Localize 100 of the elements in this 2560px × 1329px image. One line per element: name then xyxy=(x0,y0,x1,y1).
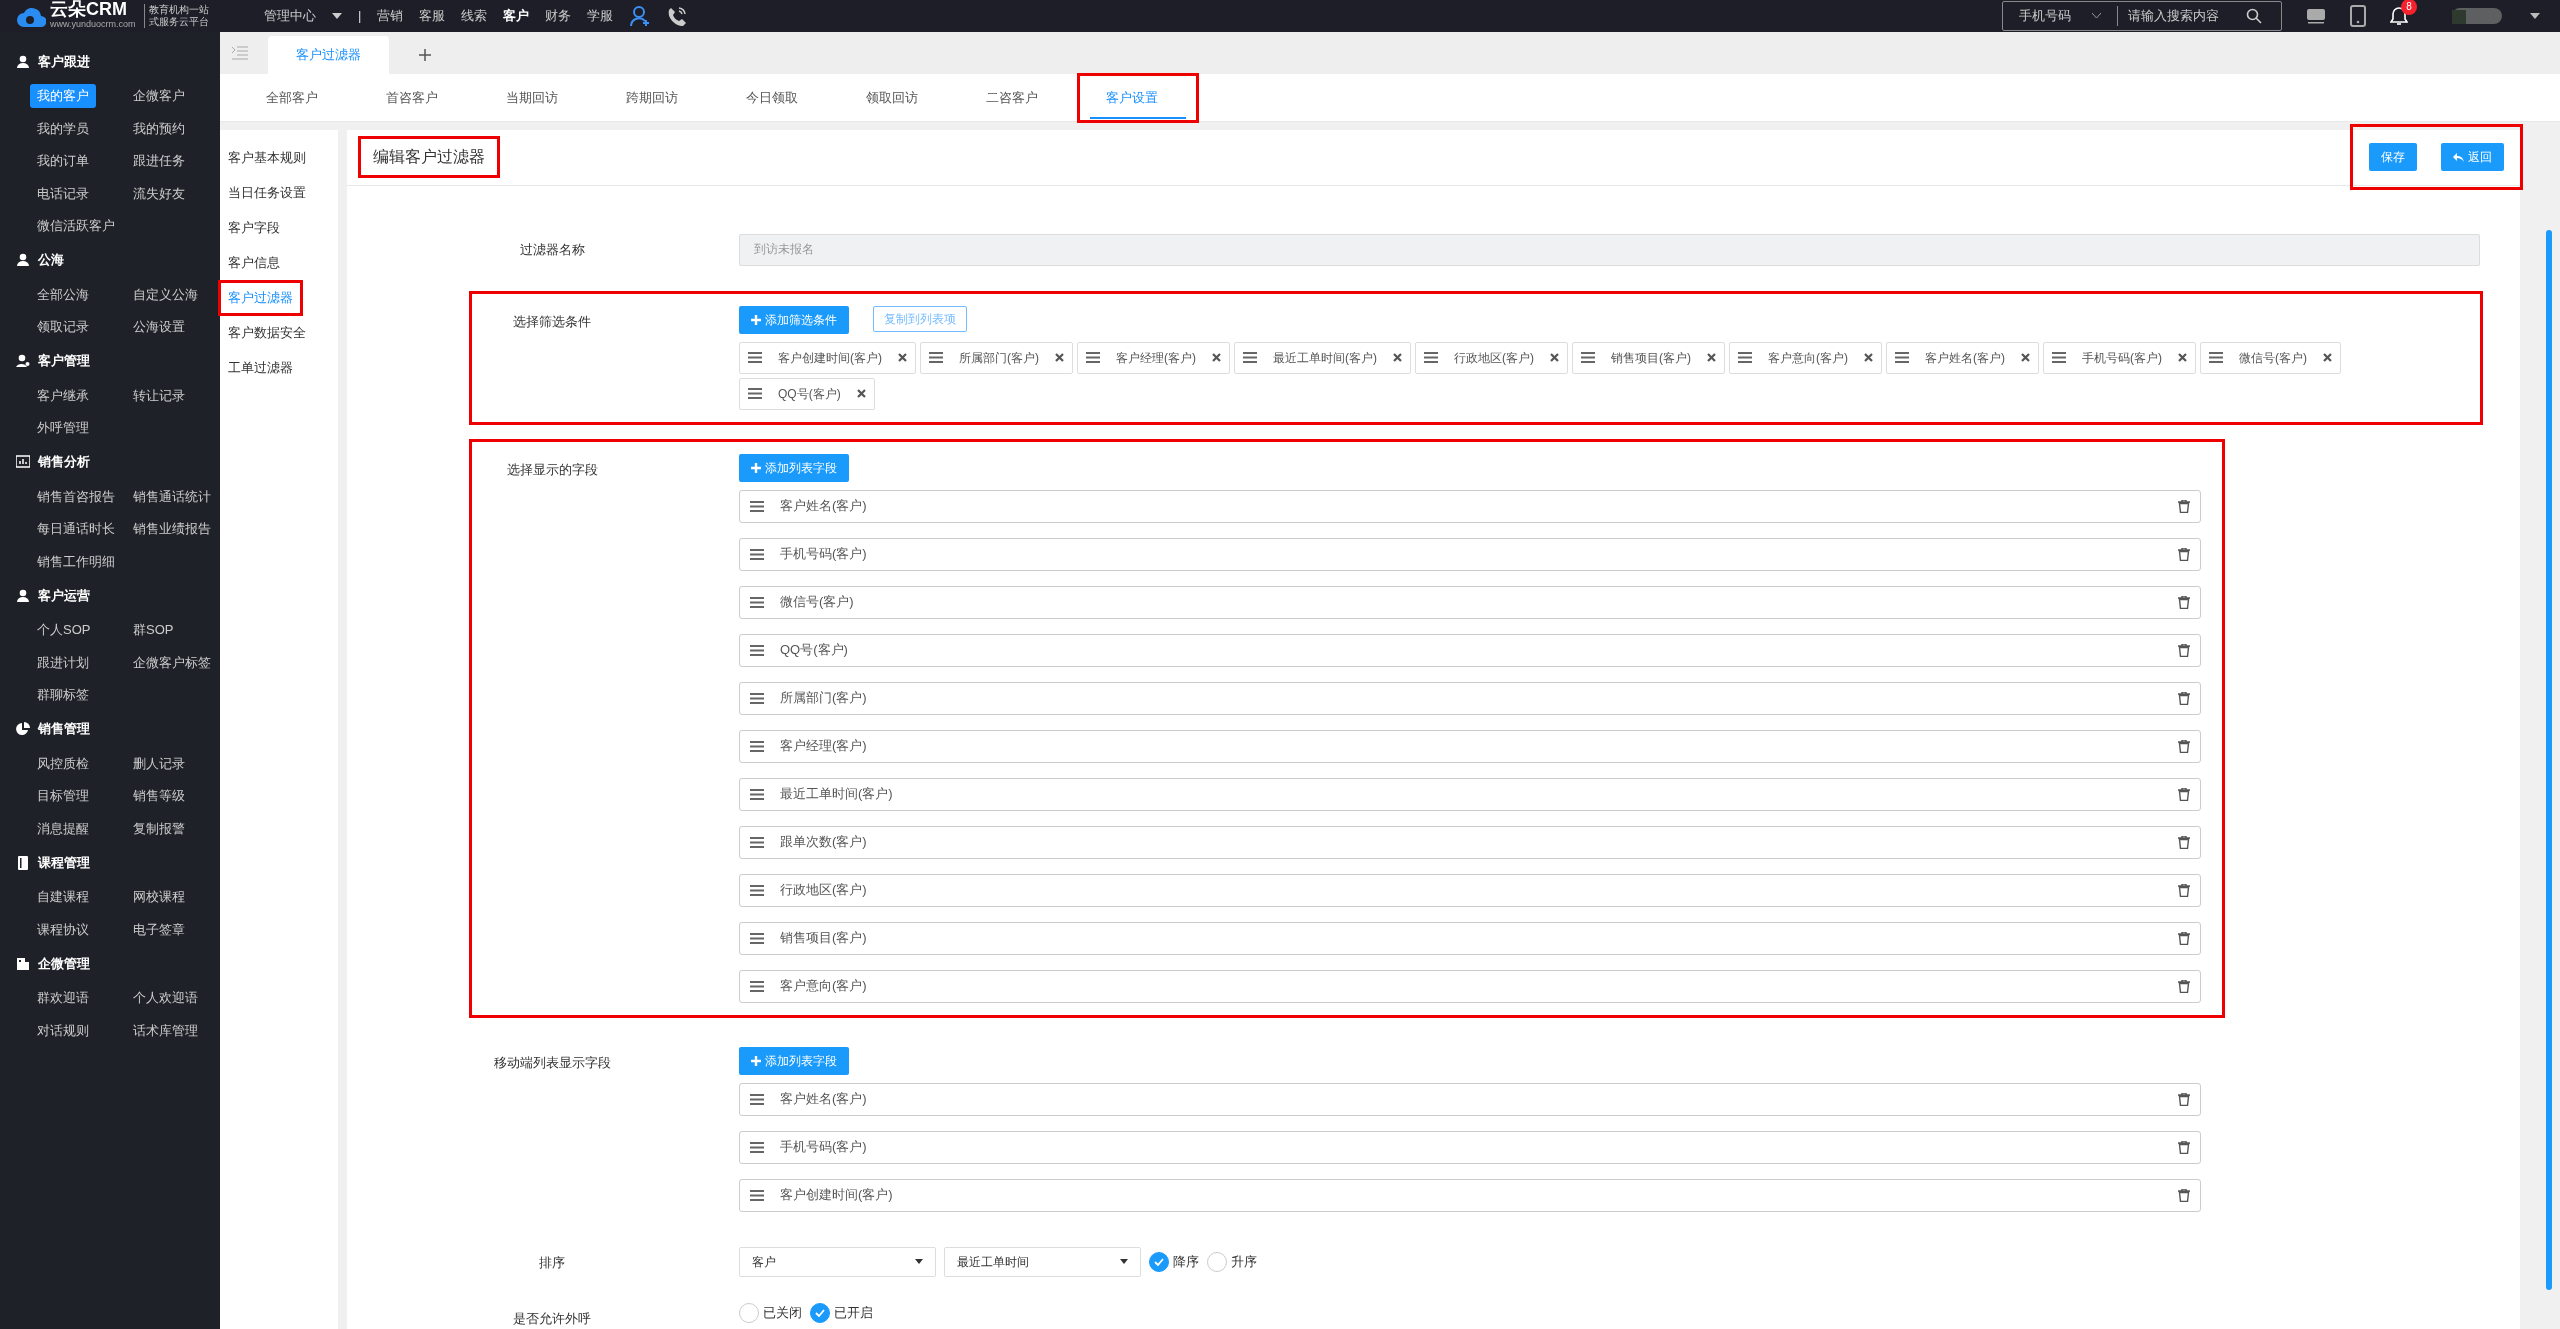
sidebar-item[interactable]: 我的订单 xyxy=(30,149,96,173)
sidebar-item[interactable]: 销售业绩报告 xyxy=(126,517,218,541)
field-item[interactable]: 跟单次数(客户) xyxy=(739,825,2201,859)
phone-icon[interactable] xyxy=(667,5,688,26)
close-icon[interactable] xyxy=(1055,353,1064,362)
field-item[interactable]: 所属部门(客户) xyxy=(739,681,2201,715)
settings-menu-item[interactable]: 客户信息 xyxy=(220,246,288,279)
drag-handle-icon[interactable] xyxy=(1424,352,1438,363)
caret-icon[interactable] xyxy=(2530,12,2540,19)
sidebar-item[interactable]: 群聊标签 xyxy=(30,683,96,707)
sidebar-item[interactable]: 自定义公海 xyxy=(126,282,205,306)
sidebar-item[interactable]: 对话规则 xyxy=(30,1018,96,1042)
sidebar-item[interactable]: 销售等级 xyxy=(126,784,192,808)
sidebar-item[interactable]: 风控质检 xyxy=(30,751,96,775)
field-item[interactable]: 手机号码(客户) xyxy=(739,537,2201,571)
sidebar-item[interactable]: 电子签章 xyxy=(126,917,192,941)
nav-item[interactable]: 学服 xyxy=(587,6,614,26)
sidebar-item[interactable]: 微信活跃客户 xyxy=(30,214,122,238)
sort-select[interactable]: 最近工单时间 xyxy=(944,1246,1141,1277)
sidebar-item[interactable]: 全部公海 xyxy=(30,282,96,306)
sidebar-item[interactable]: 自建课程 xyxy=(30,885,96,909)
drag-handle-icon[interactable] xyxy=(750,1141,764,1153)
trash-icon[interactable] xyxy=(2178,979,2190,993)
radio-button[interactable] xyxy=(1149,1251,1169,1272)
filter-tag[interactable]: 最近工单时间(客户) xyxy=(1234,341,1411,374)
drag-handle-icon[interactable] xyxy=(750,788,764,800)
drag-handle-icon[interactable] xyxy=(750,980,764,992)
tablet-icon[interactable] xyxy=(2350,4,2366,27)
field-item[interactable]: 客户创建时间(客户) xyxy=(739,1178,2201,1212)
filter-tag[interactable]: 手机号码(客户) xyxy=(2043,341,2196,374)
settings-menu-item[interactable]: 客户数据安全 xyxy=(220,316,314,349)
trash-icon[interactable] xyxy=(2178,787,2190,801)
field-item[interactable]: 销售项目(客户) xyxy=(739,921,2201,955)
sidebar-item[interactable]: 我的学员 xyxy=(30,116,96,140)
drag-handle-icon[interactable] xyxy=(1738,352,1752,363)
field-item[interactable]: QQ号(客户) xyxy=(739,633,2201,667)
drag-handle-icon[interactable] xyxy=(2052,352,2066,363)
nav-item[interactable]: 客户 xyxy=(503,6,530,26)
filter-tag[interactable]: 微信号(客户) xyxy=(2200,341,2341,374)
sidebar-item[interactable]: 客户继承 xyxy=(30,383,96,407)
sidebar-item[interactable]: 课程协议 xyxy=(30,917,96,941)
sidebar-item[interactable]: 转让记录 xyxy=(126,383,192,407)
filter-tag[interactable]: 客户意向(客户) xyxy=(1729,341,1882,374)
close-icon[interactable] xyxy=(2021,353,2030,362)
sidebar-item[interactable]: 个人欢迎语 xyxy=(126,986,205,1010)
sidebar-item[interactable]: 流失好友 xyxy=(126,181,192,205)
settings-menu-item[interactable]: 客户字段 xyxy=(220,211,288,244)
drag-handle-icon[interactable] xyxy=(748,352,762,363)
close-icon[interactable] xyxy=(898,353,907,362)
drag-handle-icon[interactable] xyxy=(750,932,764,944)
drag-handle-icon[interactable] xyxy=(750,500,764,512)
field-item[interactable]: 手机号码(客户) xyxy=(739,1130,2201,1164)
sub-tab[interactable]: 全部客户 xyxy=(238,73,358,122)
filter-tag[interactable]: 客户经理(客户) xyxy=(1077,341,1230,374)
field-item[interactable]: 微信号(客户) xyxy=(739,585,2201,619)
close-icon[interactable] xyxy=(856,389,866,398)
close-icon[interactable] xyxy=(1212,353,1221,362)
drag-handle-icon[interactable] xyxy=(750,596,764,608)
drag-handle-icon[interactable] xyxy=(750,836,764,848)
person-add-icon[interactable] xyxy=(629,4,652,27)
trash-icon[interactable] xyxy=(2178,739,2190,753)
trash-icon[interactable] xyxy=(2178,691,2190,705)
nav-item[interactable]: 客服 xyxy=(419,6,446,26)
drag-handle-icon[interactable] xyxy=(750,692,764,704)
radio-button[interactable] xyxy=(810,1302,830,1323)
close-icon[interactable] xyxy=(1864,353,1873,362)
filter-tag[interactable]: 客户姓名(客户) xyxy=(1886,341,2039,374)
filter-tag[interactable]: 销售项目(客户) xyxy=(1572,341,1725,374)
drag-handle-icon[interactable] xyxy=(748,388,762,399)
sub-tab[interactable]: 首咨客户 xyxy=(358,73,478,122)
drag-handle-icon[interactable] xyxy=(1086,352,1100,363)
filter-tag[interactable]: 所属部门(客户) xyxy=(920,341,1073,374)
settings-menu-item[interactable]: 客户基本规则 xyxy=(220,141,314,174)
plus-icon[interactable] xyxy=(419,48,431,61)
drag-handle-icon[interactable] xyxy=(929,352,943,363)
nav-item[interactable]: 财务 xyxy=(545,6,572,26)
sidebar-item[interactable]: 我的预约 xyxy=(126,116,192,140)
search-icon[interactable] xyxy=(2246,7,2262,24)
drag-handle-icon[interactable] xyxy=(750,1093,764,1105)
field-item[interactable]: 客户姓名(客户) xyxy=(739,1082,2201,1116)
sidebar-item[interactable]: 领取记录 xyxy=(30,315,96,339)
sidebar-item[interactable]: 电话记录 xyxy=(30,181,96,205)
center-menu[interactable]: 管理中心 xyxy=(264,6,342,26)
close-icon[interactable] xyxy=(1393,353,1402,362)
sidebar-item[interactable]: 话术库管理 xyxy=(126,1018,205,1042)
trash-icon[interactable] xyxy=(2178,547,2190,561)
close-icon[interactable] xyxy=(2178,353,2187,362)
sub-tab[interactable]: 当期回访 xyxy=(478,73,598,122)
sidebar-item[interactable]: 消息提醒 xyxy=(30,816,96,840)
search-bar[interactable]: 手机号码 请输入搜索内容 xyxy=(2002,0,2282,31)
sidebar-item[interactable]: 跟进任务 xyxy=(126,149,192,173)
sub-tab[interactable]: 跨期回访 xyxy=(598,73,718,122)
bell-icon[interactable] xyxy=(2390,5,2408,26)
filter-tag[interactable]: QQ号(客户) xyxy=(739,377,875,410)
field-item[interactable]: 客户意向(客户) xyxy=(739,969,2201,1003)
trash-icon[interactable] xyxy=(2178,931,2190,945)
trash-icon[interactable] xyxy=(2178,643,2190,657)
trash-icon[interactable] xyxy=(2178,1140,2190,1154)
trash-icon[interactable] xyxy=(2178,1092,2190,1106)
nav-item[interactable]: 线索 xyxy=(461,6,488,26)
